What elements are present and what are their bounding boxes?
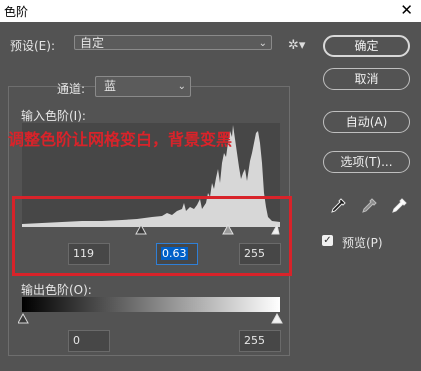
ok-button[interactable]: 确定	[323, 35, 410, 57]
channel-dropdown[interactable]: 蓝 ⌄	[95, 76, 191, 97]
output-white-field[interactable]: 255	[239, 330, 281, 352]
preview-label: 预览(P)	[342, 236, 383, 250]
chevron-down-icon: ⌄	[177, 81, 186, 92]
output-white-slider	[271, 313, 283, 324]
gray-eyedropper-icon[interactable]	[361, 198, 377, 214]
auto-button[interactable]: 自动(A)	[323, 111, 410, 133]
window-title: 色阶	[4, 5, 29, 19]
annotation-text: 调整色阶让网格变白，背景变黑	[8, 130, 233, 149]
options-button[interactable]: 选项(T)...	[323, 151, 410, 173]
channel-label: 通道:	[57, 82, 86, 96]
preset-value: 自定	[80, 36, 105, 50]
output-white-value: 255	[244, 334, 265, 347]
gear-icon[interactable]: ✲▾	[288, 38, 305, 53]
output-black-value: 0	[73, 334, 80, 347]
chevron-down-icon: ⌄	[258, 38, 267, 49]
channel-value: 蓝	[104, 79, 117, 93]
annotation-box	[12, 196, 292, 276]
black-eyedropper-icon[interactable]	[330, 198, 346, 214]
output-levels-label: 输出色阶(O):	[21, 283, 92, 297]
white-eyedropper-icon[interactable]	[391, 198, 407, 214]
output-gradient-bar	[22, 297, 280, 312]
preset-dropdown[interactable]: 自定 ⌄	[74, 35, 272, 50]
preset-label: 预设(E):	[10, 39, 55, 53]
output-black-slider	[18, 313, 29, 324]
preview-checkbox[interactable]: ✓	[322, 235, 333, 246]
close-icon[interactable]: ✕	[400, 1, 413, 19]
output-black-field[interactable]: 0	[68, 330, 110, 352]
output-sliders[interactable]	[18, 313, 284, 325]
title-bar: 色阶 ✕	[0, 0, 421, 22]
input-levels-label: 输入色阶(I):	[21, 109, 86, 123]
cancel-button[interactable]: 取消	[323, 68, 410, 90]
